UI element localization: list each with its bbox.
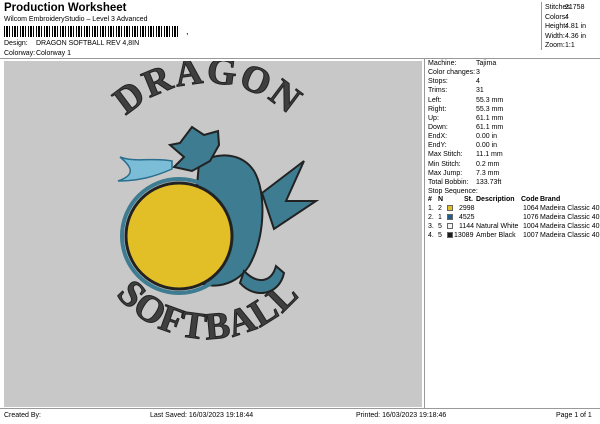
barcode-suffix: ,: [186, 26, 189, 36]
info-max-jump: Max Jump: 7.3 mm: [428, 169, 500, 177]
stop-row: 4. 5 13089 Amber Black 1007 Madeira Clas…: [428, 232, 600, 239]
design-artwork: DRAGON SOFTBALL: [105, 61, 320, 349]
machine-info: Machine: Tajima Color changes:3 Stops: 4 T…: [428, 60, 503, 197]
colorway-row: Colorway: Colorway 1: [4, 50, 71, 57]
worksheet-title: Production Worksheet: [4, 2, 127, 14]
stop-row: 2. 1 4525 1076 Madeira Classic 40: [428, 214, 600, 221]
stat-stitches: Stitches:21758: [545, 4, 585, 11]
dragon-text-arc: DRAGON: [105, 61, 311, 123]
info-left: Left: 55.3 mm: [428, 96, 504, 104]
info-right: Right: 55.3 mm: [428, 105, 504, 113]
col-n: N: [438, 196, 444, 203]
info-total-bobbin: Total Bobbin: 133.73ft: [428, 178, 502, 186]
info-down: Down: 61.1 mm: [428, 123, 504, 131]
stats-divider: [541, 2, 542, 50]
info-endy: EndY: 0.00 in: [428, 142, 498, 150]
stat-colors: Colors:4: [545, 13, 569, 21]
header-divider: [0, 58, 600, 59]
stat-height: Height:4.81 in: [545, 23, 587, 30]
info-stops: Stops: 4: [428, 78, 480, 86]
softball-circle: [120, 177, 238, 295]
info-endx: EndX: 0.00 in: [428, 133, 498, 141]
footer-printed: Printed: 16/03/2023 19:18:46: [356, 412, 447, 419]
colorway-label: Colorway:: [4, 50, 36, 57]
col-brand: Brand: [540, 196, 561, 203]
color-swatch: [447, 223, 453, 229]
info-machine: Machine: Tajima: [428, 60, 497, 67]
footer-last-saved: Last Saved: 16/03/2023 19:18:44: [150, 412, 254, 419]
footer-created-by: Created By:: [4, 412, 41, 419]
worksheet-subtitle: Wilcom EmbroideryStudio – Level 3 Advanc…: [4, 16, 148, 23]
design-label: Design:: [4, 40, 28, 47]
col-num: #: [428, 196, 432, 203]
col-description: Description: [476, 196, 515, 203]
stat-zoom: Zoom:1:1: [545, 42, 575, 49]
info-min-stitch: Min Stitch: 0.2 mm: [428, 160, 500, 168]
stop-row: 1. 2 2998 1064 Madeira Classic 40: [428, 205, 600, 212]
info-up: Up: 61.1 mm: [428, 114, 504, 122]
color-swatch: [447, 232, 453, 238]
info-max-stitch: Max Stitch: 11.1 mm: [428, 151, 503, 159]
barcode: [4, 26, 180, 37]
footer-page: Page 1 of 1: [556, 412, 592, 419]
info-trims: Trims: 31: [428, 87, 484, 95]
dragon-text: DRAGON: [105, 61, 309, 123]
col-code: Code: [521, 196, 539, 203]
design-row: Design: DRAGON SOFTBALL REV 4,8IN: [4, 40, 139, 47]
canvas-divider: [424, 58, 425, 408]
colorway-value: Colorway 1: [35, 50, 71, 57]
design-stats: Stitches:21758 Colors:4 Height:4.81 in W…: [545, 4, 586, 52]
stat-width: Width:4.36 in: [545, 32, 587, 40]
color-swatch: [447, 214, 453, 220]
stop-row: 3. 5 1144 Natural White 1004 Madeira Cla…: [428, 223, 600, 230]
svg-text:DRAGON: DRAGON: [106, 61, 311, 123]
col-st: St.: [464, 196, 473, 203]
color-swatch: [447, 205, 453, 211]
design-value: DRAGON SOFTBALL REV 4,8IN: [35, 40, 140, 47]
footer-divider: [0, 408, 600, 409]
design-preview: DRAGON SOFTBALL: [4, 61, 422, 407]
info-color-changes: Color changes:3: [428, 69, 480, 77]
